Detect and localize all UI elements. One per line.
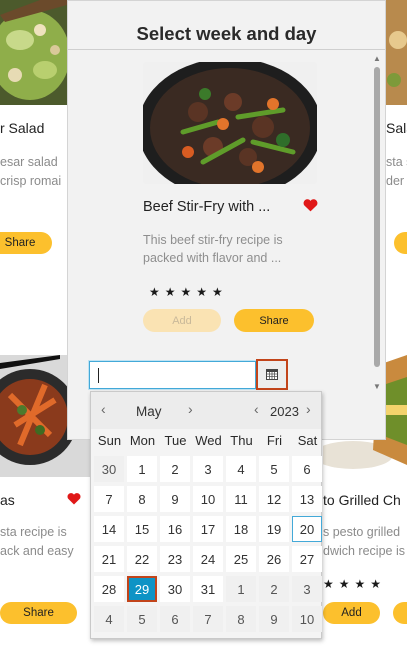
calendar-day[interactable]: 16 [160, 516, 190, 542]
recipe-card-caesar-salad: r Salad esar salad crisp romai Share [0, 0, 67, 300]
recipe-description-line: packed with flavor and ... [143, 251, 282, 265]
prev-year-icon[interactable]: ‹ [254, 401, 259, 417]
calendar-day[interactable]: 30 [160, 576, 190, 602]
calendar-day[interactable]: 12 [259, 486, 289, 512]
calendar-day-other-month[interactable]: 30 [94, 456, 124, 482]
dialog-title: Select week and day [136, 23, 317, 44]
card-description-line: der p [386, 174, 407, 188]
share-button[interactable]: Share [0, 232, 52, 254]
calendar-day[interactable]: 5 [259, 456, 289, 482]
recipe-title: Beef Stir-Fry with ... [143, 199, 271, 215]
calendar-day-other-month[interactable]: 5 [127, 606, 157, 632]
calendar-day[interactable]: 2 [160, 456, 190, 482]
text-cursor [98, 368, 99, 383]
recipe-card-salad-right: Sala sta s der p [386, 0, 407, 300]
weekday-label: Thu [230, 433, 253, 448]
calendar-day[interactable]: 26 [259, 546, 289, 572]
calendar-day-other-month[interactable]: 8 [226, 606, 256, 632]
calendar-day[interactable]: 21 [94, 546, 124, 572]
calendar-day[interactable]: 11 [226, 486, 256, 512]
add-button[interactable]: Add [323, 602, 380, 624]
calendar-day-other-month[interactable]: 7 [193, 606, 223, 632]
weekday-label: Tue [164, 433, 187, 448]
calendar-day[interactable]: 4 [226, 456, 256, 482]
calendar-day[interactable]: 18 [226, 516, 256, 542]
calendar-day[interactable]: 22 [127, 546, 157, 572]
next-month-icon[interactable]: › [188, 401, 193, 417]
calendar-day[interactable]: 17 [193, 516, 223, 542]
share-button[interactable] [394, 232, 407, 254]
card-description-line: sta recipe is [0, 525, 67, 539]
scrollbar-thumb[interactable] [374, 67, 380, 367]
month-label[interactable]: May [136, 404, 162, 419]
caesar-salad-image [0, 0, 67, 105]
card-description-line: ack and easy [0, 544, 74, 558]
calendar-day[interactable]: 24 [193, 546, 223, 572]
calendar-day[interactable]: 27 [292, 546, 322, 572]
date-input[interactable] [89, 361, 256, 389]
calendar-day[interactable]: 13 [292, 486, 322, 512]
card-description-line: sta s [386, 155, 407, 169]
weekday-label: Sat [297, 433, 318, 448]
heart-icon[interactable] [67, 492, 81, 505]
share-button[interactable] [393, 602, 407, 624]
share-button[interactable]: Share [0, 602, 77, 624]
calendar-day[interactable]: 20 [292, 516, 322, 542]
calendar-day-other-month[interactable]: 1 [226, 576, 256, 602]
calendar-day[interactable]: 10 [193, 486, 223, 512]
year-label[interactable]: 2023 [270, 404, 299, 419]
calendar-icon [266, 369, 278, 380]
calendar-day[interactable]: 1 [127, 456, 157, 482]
scroll-down-icon[interactable]: ▼ [373, 381, 381, 391]
card-title: Sala [386, 120, 407, 136]
calendar-day[interactable]: 7 [94, 486, 124, 512]
heart-icon[interactable] [303, 198, 318, 212]
add-button: Add [143, 309, 221, 332]
calendar-day[interactable]: 31 [193, 576, 223, 602]
calendar-day[interactable]: 19 [259, 516, 289, 542]
calendar-day-other-month[interactable]: 10 [292, 606, 322, 632]
card-description-line: s pesto grilled [323, 525, 401, 539]
vertical-scrollbar[interactable]: ▲ ▼ [373, 53, 381, 391]
card-description-line: esar salad [0, 155, 58, 169]
calendar-day-other-month[interactable]: 6 [160, 606, 190, 632]
next-year-icon[interactable]: › [306, 401, 311, 417]
calendar-day[interactable]: 15 [127, 516, 157, 542]
weekday-header: Sun Mon Tue Wed Thu Fri Sat [91, 429, 321, 454]
card-title: to Grilled Ch [323, 492, 401, 508]
calendar-day[interactable]: 23 [160, 546, 190, 572]
beef-stir-fry-image [143, 62, 317, 184]
date-picker-header: ‹ May › ‹ 2023 › [91, 392, 321, 429]
calendar-button[interactable] [256, 359, 288, 390]
calendar-day-other-month[interactable]: 9 [259, 606, 289, 632]
card-title: as [0, 492, 15, 508]
calendar-day[interactable]: 29 [127, 576, 157, 602]
salad-image [386, 0, 407, 105]
calendar-day[interactable]: 28 [94, 576, 124, 602]
rating-stars: ★★★★ [323, 577, 387, 591]
calendar-day[interactable]: 3 [193, 456, 223, 482]
scroll-up-icon[interactable]: ▲ [373, 53, 381, 63]
recipe-description-line: This beef stir-fry recipe is [143, 233, 283, 247]
calendar-day-other-month[interactable]: 2 [259, 576, 289, 602]
weekday-label: Mon [129, 433, 156, 448]
weekday-label: Fri [266, 433, 283, 448]
card-description-line: dwich recipe is [323, 544, 405, 558]
calendar-day[interactable]: 9 [160, 486, 190, 512]
share-button[interactable]: Share [234, 309, 314, 332]
weekday-label: Wed [195, 433, 222, 448]
card-description-line: crisp romai [0, 174, 62, 188]
calendar-day[interactable]: 14 [94, 516, 124, 542]
calendar-day[interactable]: 25 [226, 546, 256, 572]
calendar-day-other-month[interactable]: 3 [292, 576, 322, 602]
weekday-label: Sun [97, 433, 122, 448]
card-title: r Salad [0, 120, 45, 136]
calendar-day[interactable]: 8 [127, 486, 157, 512]
calendar-day-other-month[interactable]: 4 [94, 606, 124, 632]
recipe-preview: Beef Stir-Fry with ... This beef stir-fr… [68, 50, 385, 395]
date-picker: ‹ May › ‹ 2023 › Sun Mon Tue Wed Thu Fri Sat 3… [90, 391, 322, 639]
rating-stars: ★★★★★ [149, 285, 228, 299]
calendar-day[interactable]: 6 [292, 456, 322, 482]
prev-month-icon[interactable]: ‹ [101, 401, 106, 417]
